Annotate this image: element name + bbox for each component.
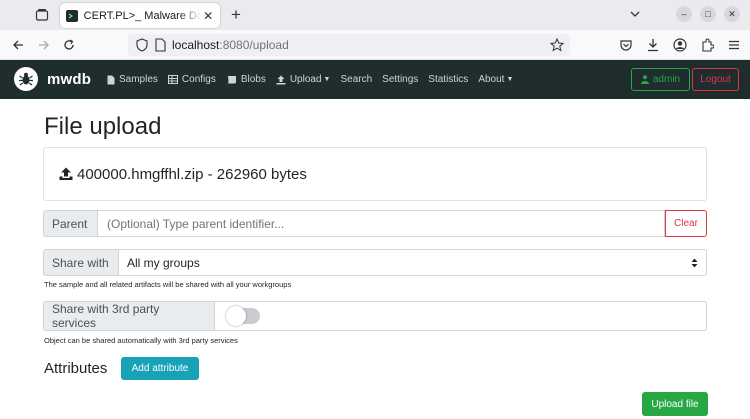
nav-blobs[interactable]: Blobs (226, 74, 266, 85)
tab-title: CERT.PL>_ Malware Database (83, 9, 203, 22)
minimize-icon[interactable]: – (676, 6, 692, 22)
bookmark-star-icon[interactable] (549, 37, 565, 57)
mwdb-logo-icon (14, 67, 38, 91)
nav-search[interactable]: Search (340, 74, 372, 85)
user-icon (640, 75, 649, 84)
reload-icon[interactable] (59, 35, 79, 55)
tab-list-icon[interactable] (32, 5, 52, 25)
brand-link[interactable]: mwdb (14, 67, 91, 91)
nav-search-label: Search (340, 74, 373, 85)
extensions-icon[interactable] (697, 35, 717, 55)
file-drop-zone[interactable]: 400000.hmgffhl.zip - 262960 bytes (43, 147, 707, 201)
share-selected-value: All my groups (127, 255, 200, 270)
caret-down-icon: ▼ (323, 76, 331, 83)
nav-settings-label: Settings (382, 74, 419, 85)
caret-down-icon: ▼ (506, 76, 514, 83)
nav-statistics[interactable]: Statistics (428, 74, 468, 85)
nav-about-label: About (478, 74, 505, 85)
user-profile-button[interactable]: admin (631, 68, 690, 91)
nav-upload[interactable]: Upload ▼ (276, 74, 331, 85)
shield-icon[interactable] (136, 38, 148, 57)
third-party-toggle-container (214, 301, 707, 331)
forward-icon[interactable] (34, 35, 54, 55)
url-text: localhost:8080/upload (172, 38, 289, 52)
download-icon[interactable] (643, 35, 663, 55)
upload-icon (59, 167, 73, 181)
address-bar[interactable]: localhost:8080/upload (128, 34, 570, 56)
browser-toolbar: localhost:8080/upload (0, 30, 750, 60)
pocket-icon[interactable] (616, 35, 636, 55)
parent-input-group: Parent (Optional) Type parent identifier… (43, 210, 707, 237)
nav-samples-label: Samples (119, 74, 158, 85)
nav-samples[interactable]: Samples (107, 74, 158, 85)
account-icon[interactable] (670, 35, 690, 55)
third-party-label: Share with 3rd party services (43, 301, 214, 331)
new-tab-button[interactable]: + (226, 5, 246, 25)
parent-label: Parent (43, 210, 97, 237)
select-arrows-icon (691, 258, 698, 268)
nav-configs[interactable]: Configs (167, 74, 216, 85)
third-party-toggle[interactable] (226, 306, 260, 326)
page-icon[interactable] (155, 38, 166, 57)
share-label: Share with (43, 249, 118, 276)
upload-file-button[interactable]: Upload file (642, 392, 708, 416)
scroll-icon (226, 75, 237, 84)
nav-settings[interactable]: Settings (382, 74, 418, 85)
tab-close-icon[interactable]: ✕ (202, 9, 214, 23)
nav-blobs-label: Blobs (240, 74, 266, 85)
share-with-select[interactable]: All my groups (118, 249, 707, 276)
attributes-heading: Attributes (44, 360, 108, 377)
nav-configs-label: Configs (181, 74, 216, 85)
nav-upload-label: Upload (289, 74, 322, 85)
main-menu: Samples Configs Blobs Upload ▼ Search Se… (107, 60, 523, 99)
selected-file-info: 400000.hmgffhl.zip - 262960 bytes (77, 165, 307, 183)
browser-tab-bar: CERT.PL>_ Malware Database ✕ + – □ ✕ (0, 0, 750, 30)
add-attribute-button[interactable]: Add attribute (121, 357, 199, 380)
favicon-icon (66, 9, 78, 22)
close-window-icon[interactable]: ✕ (724, 6, 740, 22)
user-name: admin (652, 74, 681, 85)
third-party-help-text: Object can be shared automatically with … (44, 336, 238, 345)
browser-tab[interactable]: CERT.PL>_ Malware Database ✕ (60, 3, 220, 28)
parent-input[interactable]: (Optional) Type parent identifier... (97, 210, 665, 237)
page-title: File upload (44, 113, 162, 140)
file-icon (107, 75, 115, 85)
table-icon (167, 75, 178, 84)
third-party-input-group: Share with 3rd party services (43, 301, 707, 331)
share-input-group: Share with All my groups (43, 249, 707, 276)
chevron-down-icon[interactable] (627, 6, 643, 22)
nav-about[interactable]: About ▼ (478, 74, 513, 85)
clear-parent-button[interactable]: Clear (665, 210, 707, 237)
brand-name: mwdb (47, 70, 92, 88)
upload-icon (276, 75, 286, 85)
menu-icon[interactable] (724, 35, 744, 55)
nav-statistics-label: Statistics (428, 74, 469, 85)
logout-button[interactable]: Logout (692, 68, 739, 91)
share-help-text: The sample and all related artifacts wil… (44, 280, 292, 289)
back-icon[interactable] (8, 35, 28, 55)
toggle-knob (226, 306, 246, 326)
maximize-icon[interactable]: □ (700, 6, 716, 22)
